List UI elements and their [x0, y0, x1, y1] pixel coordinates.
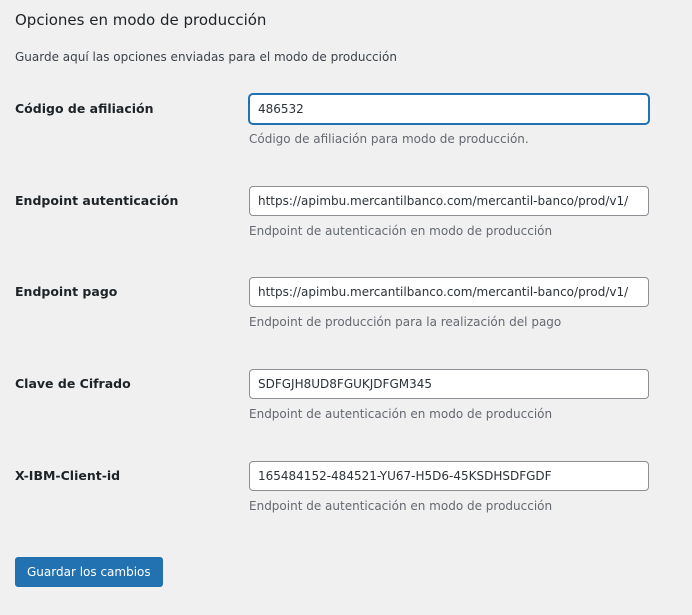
- endpoint-autenticacion-label: Endpoint autenticación: [15, 193, 179, 208]
- codigo-afiliacion-label: Código de afiliación: [15, 101, 154, 116]
- endpoint-pago-input[interactable]: [249, 277, 649, 307]
- client-id-label: X-IBM-Client-id: [15, 468, 121, 483]
- codigo-afiliacion-input[interactable]: [249, 94, 649, 124]
- field-row-clave-cifrado: Clave de Cifrado Endpoint de autenticaci…: [0, 369, 692, 429]
- field-row-endpoint-pago: Endpoint pago Endpoint de producción par…: [0, 277, 692, 337]
- save-changes-button[interactable]: Guardar los cambios: [15, 557, 163, 587]
- codigo-afiliacion-help: Código de afiliación para modo de produc…: [249, 132, 529, 146]
- section-description: Guarde aquí las opciones enviadas para e…: [15, 50, 397, 64]
- clave-cifrado-help: Endpoint de autenticación en modo de pro…: [249, 407, 553, 421]
- field-row-endpoint-autenticacion: Endpoint autenticación Endpoint de auten…: [0, 186, 692, 246]
- endpoint-pago-help: Endpoint de producción para la realizaci…: [249, 315, 562, 329]
- endpoint-pago-label: Endpoint pago: [15, 284, 118, 299]
- clave-cifrado-input[interactable]: [249, 369, 649, 399]
- field-row-client-id: X-IBM-Client-id Endpoint de autenticació…: [0, 461, 692, 521]
- client-id-input[interactable]: [249, 461, 649, 491]
- client-id-help: Endpoint de autenticación en modo de pro…: [249, 499, 553, 513]
- clave-cifrado-label: Clave de Cifrado: [15, 376, 131, 391]
- endpoint-autenticacion-input[interactable]: [249, 186, 649, 216]
- field-row-codigo-afiliacion: Código de afiliación Código de afiliació…: [0, 94, 692, 154]
- endpoint-autenticacion-help: Endpoint de autenticación en modo de pro…: [249, 224, 553, 238]
- section-title: Opciones en modo de producción: [15, 11, 267, 29]
